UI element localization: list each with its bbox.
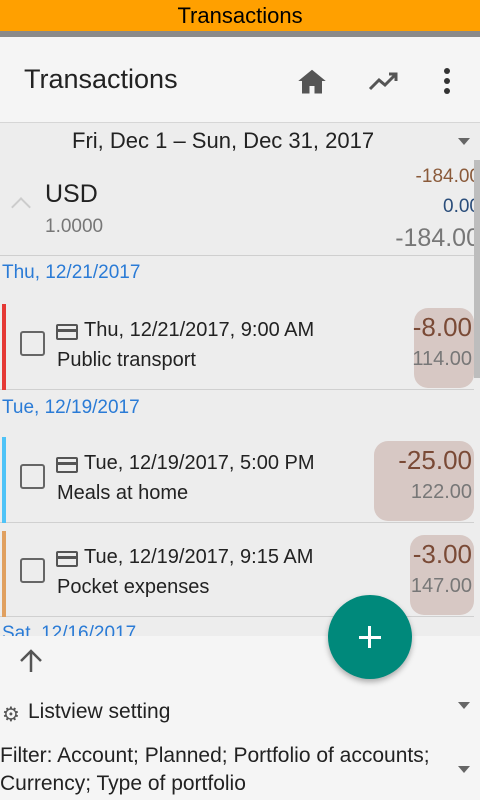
day-header: Tue, 12/19/2017 bbox=[2, 397, 140, 418]
arrow-up-icon[interactable] bbox=[18, 648, 44, 674]
transaction-checkbox[interactable] bbox=[20, 331, 45, 356]
day-header-label: Sat, 12/16/2017 bbox=[2, 623, 137, 636]
app-bar: Transactions bbox=[0, 37, 480, 123]
transaction-balance: 122.00 bbox=[410, 481, 472, 503]
credit-card-icon bbox=[56, 324, 78, 340]
window-titlebar: Transactions bbox=[0, 0, 480, 31]
currency-total: -184.00 bbox=[395, 224, 480, 252]
date-range-label: Fri, Dec 1 – Sun, Dec 31, 2017 bbox=[72, 128, 375, 153]
transaction-datetime: Tue, 12/19/2017, 5:00 PM bbox=[84, 452, 315, 474]
more-vert-icon[interactable] bbox=[427, 61, 467, 101]
transaction-datetime: Tue, 12/19/2017, 9:15 AM bbox=[84, 546, 314, 568]
credit-card-icon bbox=[56, 551, 78, 567]
trending-up-icon[interactable] bbox=[364, 61, 404, 101]
currency-rate: 1.0000 bbox=[45, 216, 104, 237]
transaction-row[interactable]: Thu, 12/21/2017, 9:00 AM Public transpor… bbox=[0, 298, 474, 390]
transaction-balance: 114.00 bbox=[412, 348, 472, 370]
day-header: Thu, 12/21/2017 bbox=[2, 262, 141, 283]
dropdown-arrow-icon[interactable] bbox=[458, 766, 470, 773]
transaction-balance: 147.00 bbox=[410, 575, 472, 597]
transaction-amount: -25.00 bbox=[398, 445, 472, 475]
listview-setting-label: Listview setting bbox=[28, 700, 171, 723]
plus-icon bbox=[368, 626, 371, 648]
bottom-panel: ⚙ Listview setting Filter: Account; Plan… bbox=[0, 636, 480, 800]
transaction-amount: -3.00 bbox=[412, 539, 472, 569]
scrollbar[interactable] bbox=[474, 160, 480, 378]
category-color-bar bbox=[2, 531, 6, 617]
transaction-description: Pocket expenses bbox=[57, 576, 210, 598]
date-range-selector[interactable]: Fri, Dec 1 – Sun, Dec 31, 2017 bbox=[0, 124, 480, 158]
transaction-checkbox[interactable] bbox=[20, 464, 45, 489]
transaction-datetime: Thu, 12/21/2017, 9:00 AM bbox=[84, 319, 315, 341]
chevron-up-icon[interactable] bbox=[11, 197, 31, 217]
currency-code: USD bbox=[45, 180, 98, 208]
listview-setting[interactable]: ⚙ Listview setting bbox=[0, 696, 480, 728]
page-title: Transactions bbox=[24, 64, 178, 94]
transaction-row[interactable]: Tue, 12/19/2017, 5:00 PM Meals at home -… bbox=[0, 431, 474, 523]
dropdown-arrow-icon bbox=[458, 702, 470, 709]
currency-income: 0.00 bbox=[443, 196, 480, 217]
home-icon[interactable] bbox=[292, 61, 332, 101]
transaction-description: Public transport bbox=[57, 349, 196, 371]
transaction-row[interactable]: Tue, 12/19/2017, 9:15 AM Pocket expenses… bbox=[0, 525, 474, 617]
add-transaction-button[interactable] bbox=[328, 595, 412, 679]
gear-icon: ⚙ bbox=[2, 704, 20, 726]
transaction-description: Meals at home bbox=[57, 482, 189, 504]
credit-card-icon bbox=[56, 457, 78, 473]
dropdown-arrow-icon bbox=[458, 138, 470, 145]
category-color-bar bbox=[2, 437, 6, 523]
transaction-amount: -8.00 bbox=[412, 312, 472, 342]
transaction-checkbox[interactable] bbox=[20, 558, 45, 583]
category-color-bar bbox=[2, 304, 6, 390]
currency-expense: -184.00 bbox=[415, 166, 480, 187]
filter-summary[interactable]: Filter: Account; Planned; Portfolio of a… bbox=[0, 742, 440, 798]
currency-summary[interactable]: USD 1.0000 -184.00 0.00 -184.00 bbox=[0, 160, 480, 256]
